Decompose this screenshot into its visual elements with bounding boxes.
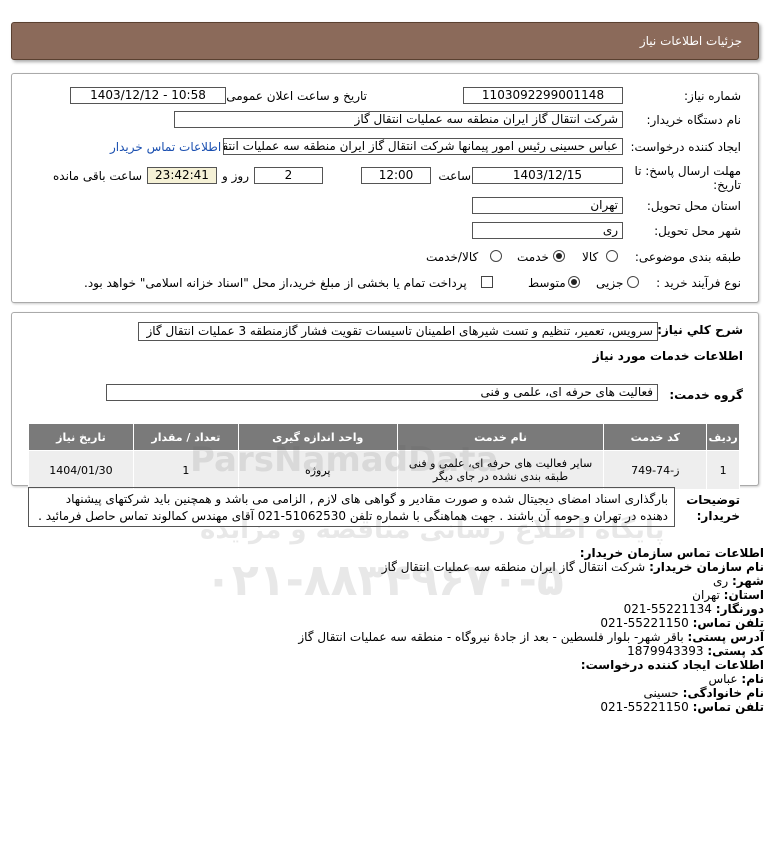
creator-phone-label: تلفن تماس: — [692, 700, 764, 714]
creator-family-value: حسینی — [643, 686, 679, 700]
contact-city: شهر: ری — [713, 574, 764, 588]
contact-province-label: استان: — [723, 588, 764, 602]
contact-org-value: شرکت انتقال گاز ایران منطقه سه عملیات ان… — [381, 560, 646, 574]
contact-address: آدرس پستی: باقر شهر- بلوار فلسطین - بعد … — [298, 630, 764, 644]
contact-city-label: شهر: — [732, 574, 764, 588]
contact-fax: دورنگار: 55221134-021 — [624, 602, 764, 616]
contact-section: اطلاعات تماس سازمان خریدار: نام سازمان خ… — [0, 0, 770, 845]
contact-phone-label: تلفن تماس: — [692, 616, 764, 630]
contact-province: استان: تهران — [692, 588, 764, 602]
contact-fax-label: دورنگار: — [715, 602, 764, 616]
contact-address-value: باقر شهر- بلوار فلسطین - بعد از جادۀ نیر… — [298, 630, 684, 644]
creator-name: نام: عباس — [708, 672, 764, 686]
contact-phone-value: 55221150-021 — [600, 616, 689, 630]
contact-postal-label: کد پستی: — [707, 644, 764, 658]
contact-phone: تلفن تماس: 55221150-021 — [600, 616, 764, 630]
creator-name-label: نام: — [741, 672, 764, 686]
contact-title: اطلاعات تماس سازمان خریدار: — [579, 546, 764, 560]
creator-phone-value: 55221150-021 — [600, 700, 689, 714]
contact-fax-value: 55221134-021 — [623, 602, 712, 616]
creator-family: نام خانوادگی: حسینی — [643, 686, 764, 700]
creator-family-label: نام خانوادگی: — [682, 686, 764, 700]
contact-org-label: نام سازمان خریدار: — [649, 560, 764, 574]
creator-info-title: اطلاعات ایجاد کننده درخواست: — [580, 658, 764, 672]
contact-address-label: آدرس پستی: — [687, 630, 764, 644]
creator-phone: تلفن تماس: 55221150-021 — [600, 700, 764, 714]
contact-postal: کد پستی: 1879943393 — [627, 644, 764, 658]
contact-city-value: ری — [712, 574, 729, 588]
contact-postal-value: 1879943393 — [627, 644, 704, 658]
contact-org: نام سازمان خریدار: شرکت انتقال گاز ایران… — [382, 560, 764, 574]
contact-province-value: تهران — [692, 588, 720, 602]
creator-name-value: عباس — [708, 672, 738, 686]
